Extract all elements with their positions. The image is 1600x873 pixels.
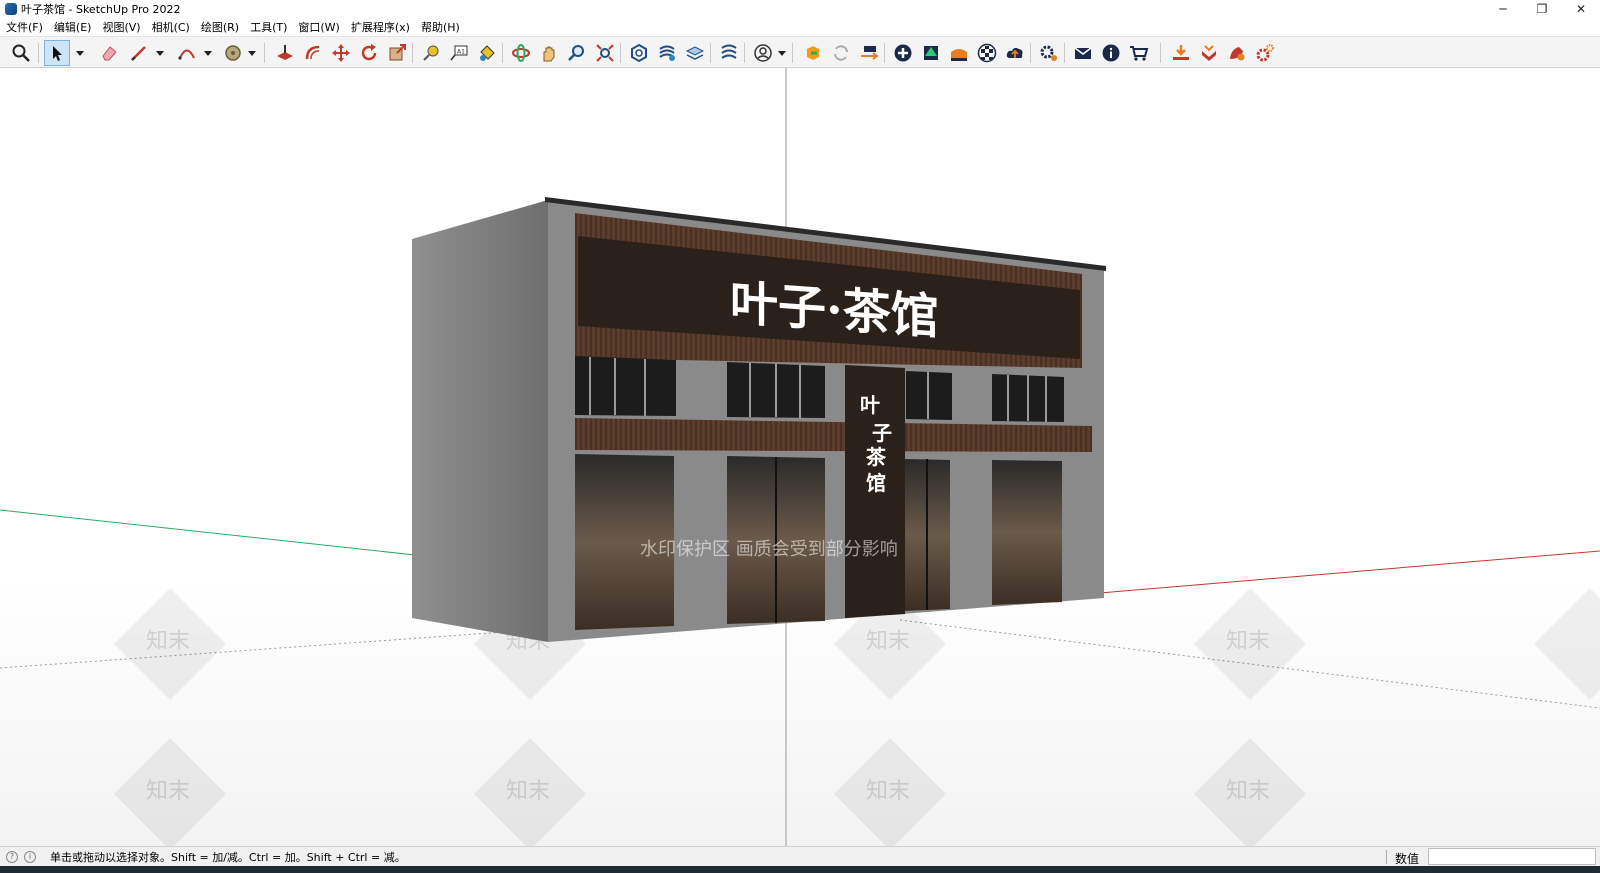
zoom-window-icon[interactable] <box>592 40 618 66</box>
watermark-logo-text: 知末 <box>866 629 910 654</box>
info-icon[interactable] <box>1098 40 1124 66</box>
rotate-icon[interactable] <box>356 40 382 66</box>
pencil-line-icon[interactable] <box>126 40 152 66</box>
warehouse-icon[interactable] <box>626 40 652 66</box>
toolbar-separator <box>1030 43 1031 63</box>
toolbar-separator <box>744 43 745 63</box>
plugin-b-icon[interactable] <box>856 40 882 66</box>
window-title: 叶子茶馆 - SketchUp Pro 2022 <box>21 3 181 16</box>
watermark-logo-text: 知末 <box>146 629 190 654</box>
tree-icon[interactable] <box>918 40 944 66</box>
svg-text:馆: 馆 <box>866 471 886 495</box>
minimize-button[interactable]: ─ <box>1483 0 1523 18</box>
text-icon[interactable]: A1 <box>446 40 472 66</box>
layout-icon[interactable] <box>682 40 708 66</box>
sketchup-window: 叶子茶馆 - SketchUp Pro 2022 ─ ❐ ✕ 文件(F) 编辑(… <box>0 0 1600 873</box>
zoom-icon[interactable] <box>564 40 590 66</box>
watermark-logo-text: 知末 <box>1226 629 1270 654</box>
menu-edit[interactable]: 编辑(E) <box>54 19 92 35</box>
toolbar-separator <box>884 43 885 63</box>
extension-warehouse-icon[interactable] <box>654 40 680 66</box>
status-bar: ? i 单击或拖动以选择对象。Shift = 加/减。Ctrl = 加。Shif… <box>0 846 1600 866</box>
toolbar-separator <box>710 43 711 63</box>
watermark-logo-text: 知末 <box>1226 779 1270 804</box>
arc-icon[interactable] <box>174 40 200 66</box>
credits-info-icon[interactable]: i <box>24 850 36 863</box>
tape-measure-icon[interactable] <box>418 40 444 66</box>
menu-file[interactable]: 文件(F) <box>6 19 43 35</box>
menu-bar: 文件(F) 编辑(E) 视图(V) 相机(C) 绘图(R) 工具(T) 窗口(W… <box>0 18 1600 36</box>
extension-manager-icon[interactable] <box>716 40 742 66</box>
offset-icon[interactable] <box>300 40 326 66</box>
taskbar-strip <box>0 866 1600 873</box>
terrain-icon[interactable] <box>946 40 972 66</box>
zoom-extents-icon[interactable] <box>8 40 34 66</box>
cart-icon[interactable] <box>1126 40 1152 66</box>
menu-help[interactable]: 帮助(H) <box>421 19 460 35</box>
watermark-logo-text: 知末 <box>506 779 550 804</box>
watermark-text: 水印保护区 画质会受到部分影响 <box>640 539 898 560</box>
title-bar: 叶子茶馆 - SketchUp Pro 2022 ─ ❐ ✕ <box>0 0 1600 18</box>
menu-window[interactable]: 窗口(W) <box>298 19 339 35</box>
toolbar-separator <box>264 43 265 63</box>
measurements-label: 数值 <box>1395 852 1420 866</box>
account-dropdown-icon[interactable] <box>778 49 786 57</box>
svg-text:A1: A1 <box>457 49 465 56</box>
paint-bucket-icon[interactable] <box>474 40 500 66</box>
menu-tools[interactable]: 工具(T) <box>250 19 287 35</box>
menu-draw[interactable]: 绘图(R) <box>201 19 239 35</box>
arc-dropdown-icon[interactable] <box>204 49 212 57</box>
scene-drawing: 知末 知末 知末 知末 知末 知末 知末 知末 叶子·茶馆 叶 子 茶 馆 水印… <box>0 68 1600 846</box>
svg-text:叶: 叶 <box>860 393 880 417</box>
select-icon[interactable] <box>44 40 70 66</box>
watermark-logo-text: 知末 <box>866 779 910 804</box>
move-icon[interactable] <box>328 40 354 66</box>
building-side-wall <box>412 200 548 642</box>
toolbar-separator <box>620 43 621 63</box>
account-icon[interactable] <box>750 40 776 66</box>
toolbar-separator <box>38 43 39 63</box>
green-axis-line <box>0 509 416 556</box>
refresh-icon[interactable] <box>828 40 854 66</box>
download-tray-icon[interactable] <box>1168 40 1194 66</box>
measurements-input[interactable] <box>1428 848 1596 865</box>
menu-camera[interactable]: 相机(C) <box>152 19 190 35</box>
svg-text:茶: 茶 <box>866 445 887 469</box>
watermark-logo-text: 知末 <box>146 779 190 804</box>
toolbar-separator <box>1160 43 1161 63</box>
select-dropdown-icon[interactable] <box>76 49 84 57</box>
eraser-icon[interactable] <box>96 40 122 66</box>
svg-text:子: 子 <box>872 421 892 445</box>
toolbar-separator <box>502 43 503 63</box>
geolocation-icon[interactable]: ? <box>6 850 18 863</box>
menu-extensions[interactable]: 扩展程序(x) <box>351 19 410 35</box>
scale-icon[interactable] <box>384 40 410 66</box>
orbit-icon[interactable] <box>508 40 534 66</box>
plus-circle-icon[interactable] <box>890 40 916 66</box>
status-message: 单击或拖动以选择对象。Shift = 加/减。Ctrl = 加。Shift + … <box>50 850 406 864</box>
pan-icon[interactable] <box>536 40 562 66</box>
settings-icon[interactable] <box>1036 40 1062 66</box>
line-dropdown-icon[interactable] <box>156 49 164 57</box>
model-viewport[interactable]: 知末 知末 知末 知末 知末 知末 知末 知末 叶子·茶馆 叶 子 茶 馆 水印… <box>0 68 1600 846</box>
cloud-upload-icon[interactable] <box>1002 40 1028 66</box>
shape-dropdown-icon[interactable] <box>248 49 256 57</box>
checker-icon[interactable] <box>974 40 1000 66</box>
restore-button[interactable]: ❐ <box>1522 0 1562 18</box>
plugin-a-icon[interactable] <box>800 40 826 66</box>
plugin-c-icon[interactable] <box>1224 40 1250 66</box>
red-arrow-icon[interactable] <box>1196 40 1222 66</box>
toolbar-separator <box>412 43 413 63</box>
close-button[interactable]: ✕ <box>1561 0 1600 18</box>
toolbar-separator <box>792 43 793 63</box>
toolbar-separator <box>1064 43 1065 63</box>
circle-shape-icon[interactable] <box>220 40 246 66</box>
sketchup-logo-icon <box>5 3 17 15</box>
gear-red-icon[interactable] <box>1252 40 1278 66</box>
main-toolbar: A1 <box>0 36 1600 68</box>
menu-view[interactable]: 视图(V) <box>102 19 140 35</box>
push-pull-icon[interactable] <box>272 40 298 66</box>
status-separator <box>1386 850 1387 864</box>
mail-icon[interactable] <box>1070 40 1096 66</box>
